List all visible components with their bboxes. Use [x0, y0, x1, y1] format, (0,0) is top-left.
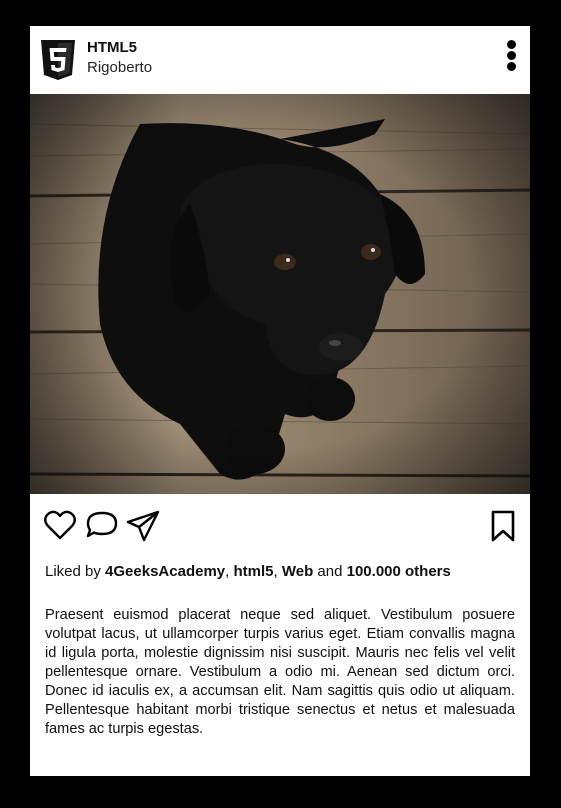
more-vertical-icon [506, 40, 516, 49]
likes-summary: Liked by 4GeeksAcademy, html5, Web and 1… [45, 563, 451, 580]
liked-by-user[interactable]: Web [282, 563, 313, 580]
likes-others-link[interactable]: 100.000 others [347, 563, 451, 580]
heart-icon[interactable] [44, 510, 76, 540]
post-image [30, 94, 530, 494]
comment-icon[interactable] [85, 510, 119, 540]
bookmark-icon[interactable] [490, 510, 516, 542]
post-description: Praesent euismod placerat neque sed aliq… [45, 607, 515, 737]
post-actions [30, 494, 530, 554]
likes-and: and [317, 563, 343, 580]
liked-by-user[interactable]: 4GeeksAcademy [105, 563, 225, 580]
post-header: HTML5 Rigoberto [30, 26, 530, 94]
more-options-button[interactable] [501, 40, 521, 74]
html5-logo-icon [41, 40, 75, 80]
send-icon[interactable] [126, 510, 160, 542]
likes-prefix: Liked by [45, 563, 101, 580]
post-card: HTML5 Rigoberto Liked by 4GeeksAcademy, … [30, 26, 530, 776]
post-author-name[interactable]: HTML5 [87, 39, 137, 56]
post-location[interactable]: Rigoberto [87, 59, 152, 76]
liked-by-user[interactable]: html5 [233, 563, 273, 580]
